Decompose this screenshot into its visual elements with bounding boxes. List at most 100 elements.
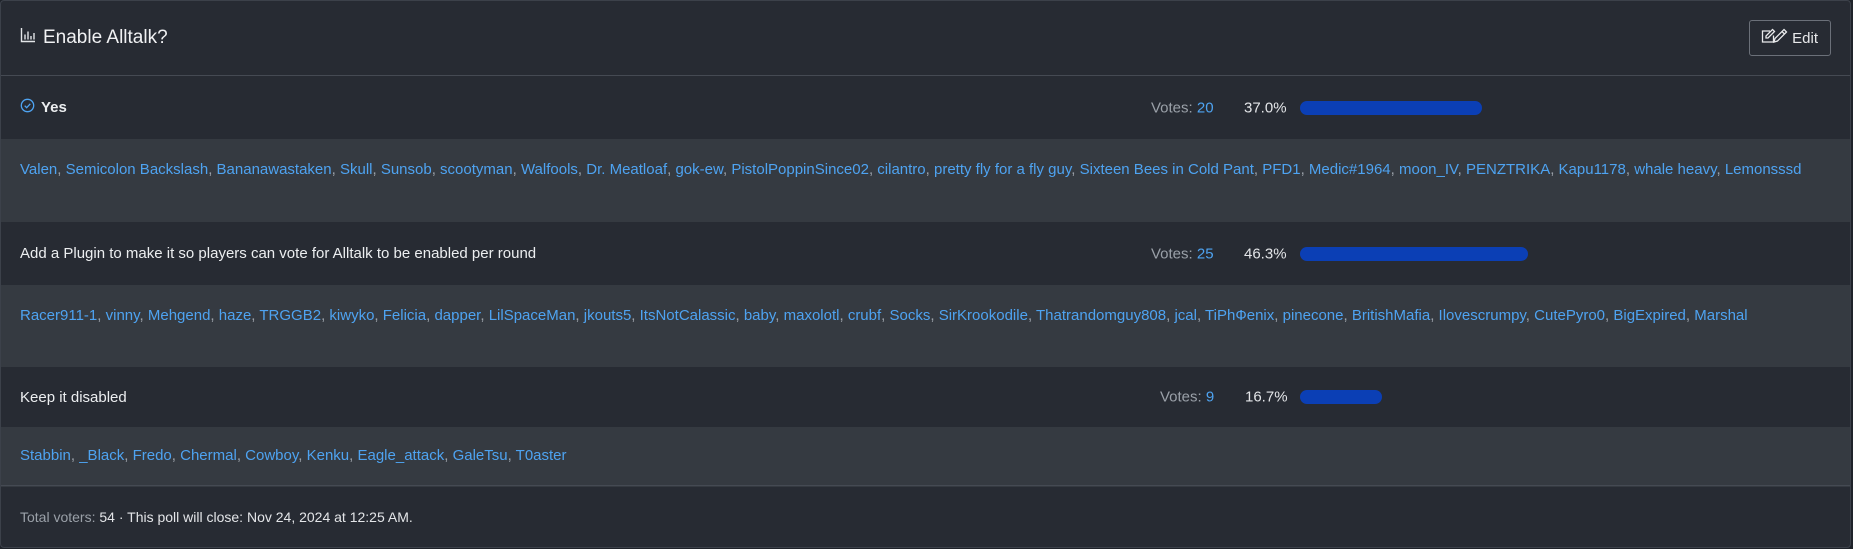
voter-link[interactable]: gok-ew — [675, 161, 723, 178]
vote-progress-fill — [1300, 100, 1483, 115]
edit-label: Edit — [1792, 29, 1818, 47]
voter-separator: , — [1716, 161, 1725, 178]
voter-link[interactable]: Semicolon Backslash — [66, 161, 209, 178]
poll-option-yes[interactable]: Yes Votes: 20 37.0% — [1, 76, 1850, 139]
voter-link[interactable]: jcal — [1174, 307, 1197, 324]
voter-link[interactable]: ItsNotCalassic — [640, 307, 736, 324]
voter-link[interactable]: baby — [744, 307, 775, 324]
close-text: · This poll will close: — [114, 509, 247, 525]
voter-link[interactable]: Fredo — [133, 447, 172, 464]
voter-link[interactable]: Medic#1964 — [1309, 161, 1391, 178]
voter-separator: , — [1253, 161, 1263, 178]
voter-link[interactable]: cilantro — [877, 161, 925, 178]
vote-percent: 16.7% — [1245, 388, 1288, 406]
voter-link[interactable]: Eagle_attack — [357, 447, 444, 464]
voter-link[interactable]: Felicia — [383, 307, 426, 324]
edit-button[interactable]: Edit — [1749, 20, 1831, 56]
voter-link[interactable]: whale heavy — [1634, 161, 1716, 178]
poll-option-plugin[interactable]: Add a Plugin to make it so players can v… — [1, 222, 1850, 285]
voter-separator: , — [1196, 307, 1206, 324]
votes-count: Votes: 25 — [1151, 245, 1214, 262]
voter-link[interactable]: crubf — [848, 307, 881, 324]
poll-option-disabled[interactable]: Keep it disabled Votes: 9 16.7% — [1, 367, 1850, 427]
voter-link[interactable]: GaleTsu — [453, 447, 508, 464]
voter-separator: , — [139, 307, 148, 324]
voter-link[interactable]: CutePyro0 — [1534, 307, 1605, 324]
poll-footer: Total voters: 54 · This poll will close:… — [1, 485, 1850, 547]
voter-separator: , — [1027, 307, 1037, 324]
voter-link[interactable]: Walfools — [521, 161, 578, 178]
voter-link[interactable]: Lemonsssd — [1725, 161, 1802, 178]
voter-link[interactable]: PENZTRIKA — [1466, 161, 1550, 178]
voter-link[interactable]: vinny — [106, 307, 140, 324]
voter-separator: , — [124, 447, 133, 464]
voter-separator: , — [925, 161, 934, 178]
option-label: Add a Plugin to make it so players can v… — [20, 245, 537, 262]
option-label: Yes — [41, 99, 67, 116]
voter-link[interactable]: TRGGB2 — [259, 307, 321, 324]
voter-link[interactable]: Bananawastaken — [217, 161, 332, 178]
voter-separator: , — [775, 307, 784, 324]
voter-link[interactable]: moon_IV — [1399, 161, 1458, 178]
poll-header: Enable Alltalk? Edit — [1, 1, 1850, 76]
voter-link[interactable]: pinecone — [1283, 307, 1344, 324]
voter-separator: , — [57, 161, 66, 178]
voter-separator: , — [735, 307, 744, 324]
voter-separator: , — [1685, 307, 1695, 324]
voter-link[interactable]: Stabbin — [20, 447, 71, 464]
voter-link[interactable]: haze — [219, 307, 252, 324]
voter-link[interactable]: scootyman — [440, 161, 513, 178]
votes-number[interactable]: 20 — [1197, 99, 1214, 116]
voter-link[interactable]: PFD1 — [1262, 161, 1300, 178]
voter-link[interactable]: pretty fly for a fly guy — [934, 161, 1071, 178]
voter-separator: , — [70, 447, 80, 464]
voter-link[interactable]: Valen — [20, 161, 57, 178]
voter-link[interactable]: LilSpaceMan — [489, 307, 576, 324]
voter-link[interactable]: TiPhФenix — [1205, 307, 1274, 324]
voter-link[interactable]: BigExpired — [1613, 307, 1686, 324]
voter-link[interactable]: kiwyko — [329, 307, 374, 324]
voter-separator: , — [1343, 307, 1352, 324]
voter-link[interactable]: _Black — [79, 447, 124, 464]
edit-icon — [1760, 28, 1792, 48]
voter-link[interactable]: Chermal — [180, 447, 237, 464]
voter-link[interactable]: Thatrandomguy808 — [1036, 307, 1166, 324]
votes-number[interactable]: 25 — [1197, 245, 1214, 262]
voter-link[interactable]: maxolotl — [784, 307, 840, 324]
voter-link[interactable]: Ilovescrumpy — [1439, 307, 1526, 324]
vote-progress-bar — [1300, 246, 1792, 261]
voter-separator: , — [1430, 307, 1439, 324]
vote-percent: 46.3% — [1244, 245, 1287, 262]
voter-link[interactable]: Socks — [890, 307, 931, 324]
voter-link[interactable]: Racer911-1 — [20, 307, 97, 324]
voter-separator: , — [236, 447, 246, 464]
votes-label: Votes: — [1151, 99, 1193, 116]
voter-link[interactable]: dapper — [434, 307, 480, 324]
voter-link[interactable]: Dr. Meatloaf — [586, 161, 667, 178]
voter-separator: , — [1071, 161, 1080, 178]
voter-link[interactable]: Mehgend — [148, 307, 211, 324]
voter-separator: , — [171, 447, 181, 464]
voter-link[interactable]: T0aster — [516, 447, 567, 464]
voter-link[interactable]: Skull — [340, 161, 373, 178]
votes-count: Votes: 9 — [1160, 389, 1214, 406]
option-label: Keep it disabled — [20, 388, 127, 406]
voter-separator: , — [575, 307, 584, 324]
voter-link[interactable]: Sunsob — [381, 161, 432, 178]
voter-link[interactable]: jkouts5 — [584, 307, 632, 324]
voter-link[interactable]: Kapu1178 — [1559, 161, 1626, 178]
voter-separator: , — [1457, 161, 1467, 178]
votes-number[interactable]: 9 — [1206, 389, 1214, 406]
voter-link[interactable]: Cowboy — [245, 447, 298, 464]
voter-link[interactable]: Sixteen Bees in Cold Pant — [1080, 161, 1254, 178]
voter-link[interactable]: SirKrookodile — [939, 307, 1028, 324]
voter-link[interactable]: PistolPoppinSince02 — [731, 161, 869, 178]
voter-separator: , — [577, 161, 587, 178]
voter-separator: , — [1300, 161, 1309, 178]
voter-link[interactable]: Marshal — [1694, 307, 1747, 324]
voter-list: Valen, Semicolon Backslash, Bananawastak… — [1, 139, 1850, 222]
voter-separator: , — [930, 307, 939, 324]
vote-progress-fill — [1300, 390, 1383, 404]
voter-link[interactable]: Kenku — [307, 447, 350, 464]
voter-link[interactable]: BritishMafia — [1352, 307, 1430, 324]
